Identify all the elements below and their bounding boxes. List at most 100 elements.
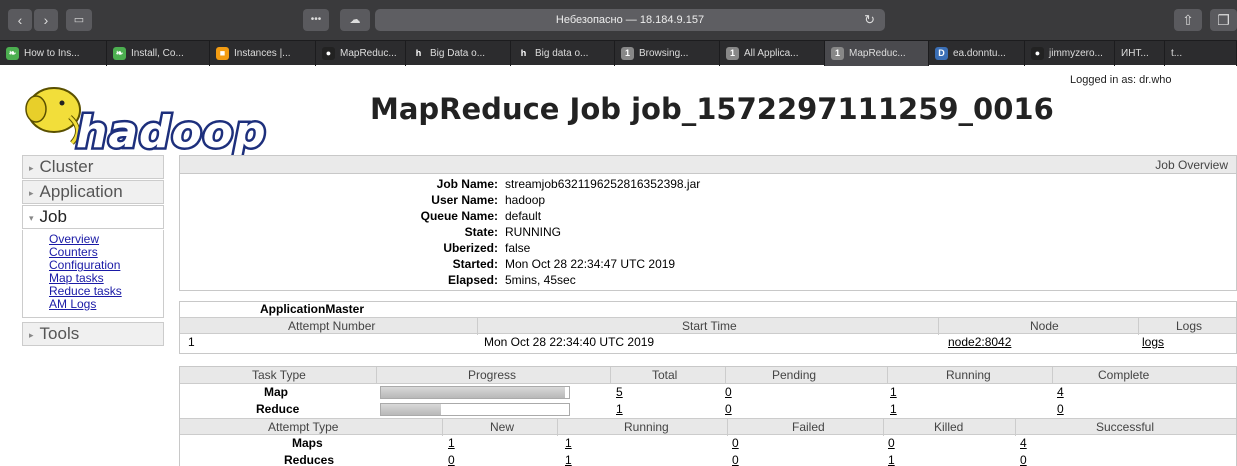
browser-tab[interactable]: ❧ Install, Co...: [107, 41, 210, 66]
reduces-running-link[interactable]: 1: [565, 452, 572, 466]
browser-tab[interactable]: ❧ How to Ins...: [0, 41, 107, 66]
sidebar-item-label: Application: [39, 182, 123, 201]
browser-tab[interactable]: ■ Instances |...: [210, 41, 316, 66]
hadoop-logo-text: hadoop: [76, 107, 266, 158]
more-icon[interactable]: •••: [303, 9, 329, 31]
map-running-link[interactable]: 1: [890, 384, 897, 401]
sidebar-toggle-icon[interactable]: ▭: [66, 9, 92, 31]
tabs-overview-icon[interactable]: ❐: [1210, 9, 1237, 31]
one-badge-icon: 1: [726, 47, 739, 60]
browser-tab[interactable]: 1 Browsing...: [615, 41, 720, 66]
tab-label: Big Data o...: [430, 48, 486, 59]
maps-successful-link[interactable]: 4: [1020, 435, 1027, 452]
sidebar-item-cluster[interactable]: ▸ Cluster: [22, 155, 164, 179]
table-row: Maps 1 1 0 0 4: [180, 435, 1236, 452]
map-progress-bar: [380, 386, 570, 399]
column-header: Total: [652, 368, 678, 382]
reload-icon[interactable]: ↻: [864, 9, 875, 31]
page-title: MapReduce Job job_1572297111259_0016: [370, 92, 1054, 126]
sidebar-item-label: Job: [39, 207, 67, 226]
green-leaf-icon: ❧: [113, 47, 126, 60]
tab-label: All Applica...: [744, 48, 799, 59]
task-type: Map: [264, 385, 288, 399]
browser-tab[interactable]: ● MapReduc...: [316, 41, 406, 66]
overview-key: Job Name:: [436, 177, 498, 191]
browser-tab[interactable]: ИНТ...: [1115, 41, 1165, 66]
column-header: Progress: [468, 368, 517, 382]
cloud-icon[interactable]: ☁: [340, 9, 370, 31]
map-progress-fill: [381, 387, 566, 398]
overview-row-user-name: User Name: hadoop: [180, 192, 1237, 208]
maps-running-link[interactable]: 1: [565, 435, 572, 452]
table-row: 1 Mon Oct 28 22:34:40 UTC 2019 node2:804…: [180, 334, 1236, 352]
share-icon[interactable]: ⇧: [1174, 9, 1202, 31]
h-icon: h: [412, 47, 425, 60]
reduces-failed-link[interactable]: 0: [732, 452, 739, 466]
one-badge-icon: 1: [621, 47, 634, 60]
browser-tab[interactable]: ● jimmyzero...: [1025, 41, 1115, 66]
sidebar-link-am-logs[interactable]: AM Logs: [49, 298, 163, 311]
address-bar[interactable]: Небезопасно — 18.184.9.157 ↻: [375, 9, 885, 31]
column-header: Running: [946, 368, 991, 382]
node-link[interactable]: node2:8042: [948, 334, 1011, 351]
browser-tab[interactable]: 1 MapReduc...: [825, 41, 929, 66]
overview-row-elapsed: Elapsed: 5mins, 45sec: [180, 272, 1237, 288]
am-header-row: Attempt Number Start Time Node Logs: [180, 317, 1236, 335]
browser-tab[interactable]: t...: [1165, 41, 1237, 66]
browser-tab[interactable]: h Big Data o...: [406, 41, 511, 66]
tab-label: ИНТ...: [1121, 48, 1149, 59]
column-header: Failed: [792, 420, 825, 434]
map-complete-link[interactable]: 4: [1057, 384, 1064, 401]
tab-label: MapReduc...: [849, 48, 906, 59]
overview-value: streamjob6321196252816352398.jar: [505, 177, 701, 191]
sidebar-item-tools[interactable]: ▸ Tools: [22, 322, 164, 346]
overview-key: State:: [464, 225, 498, 239]
reduces-new-link[interactable]: 0: [448, 452, 455, 466]
tab-label: Browsing...: [639, 48, 689, 59]
reduces-killed-link[interactable]: 1: [888, 452, 895, 466]
attempt-type: Maps: [292, 436, 323, 450]
maps-new-link[interactable]: 1: [448, 435, 455, 452]
overview-value: RUNNING: [505, 225, 561, 239]
tasks-table: Task Type Progress Total Pending Running…: [179, 366, 1237, 466]
overview-row-started: Started: Mon Oct 28 22:34:47 UTC 2019: [180, 256, 1237, 272]
am-title: ApplicationMaster: [260, 302, 365, 316]
logged-in-label: Logged in as: dr.who: [1070, 74, 1172, 86]
attempt-type: Reduces: [284, 453, 335, 466]
reduces-successful-link[interactable]: 0: [1020, 452, 1027, 466]
column-header: New: [490, 420, 515, 434]
logs-link[interactable]: logs: [1142, 334, 1164, 351]
address-text: Небезопасно — 18.184.9.157: [555, 14, 705, 26]
reduce-progress-fill: [381, 404, 442, 415]
back-button[interactable]: ‹: [8, 9, 32, 31]
maps-failed-link[interactable]: 0: [732, 435, 739, 452]
column-header: Attempt Number: [288, 319, 376, 333]
reduce-pending-link[interactable]: 0: [725, 401, 732, 418]
reduce-running-link[interactable]: 1: [890, 401, 897, 418]
chevron-right-icon: ▸: [29, 162, 34, 173]
reduce-total-link[interactable]: 1: [616, 401, 623, 418]
browser-tab[interactable]: Dea.donntu...: [929, 41, 1025, 66]
job-overview-panel: Job Overview Job Name: streamjob632119625…: [179, 155, 1237, 291]
start-time: Mon Oct 28 22:34:40 UTC 2019: [484, 335, 655, 349]
browser-titlebar: ‹ › ▭ ••• ☁ Небезопасно — 18.184.9.157 ↻…: [0, 0, 1237, 40]
forward-button[interactable]: ›: [34, 9, 58, 31]
overview-row-queue-name: Queue Name: default: [180, 208, 1237, 224]
tab-label: ea.donntu...: [953, 48, 1006, 59]
reduce-complete-link[interactable]: 0: [1057, 401, 1064, 418]
map-pending-link[interactable]: 0: [725, 384, 732, 401]
sidebar-item-job[interactable]: ▾ Job: [22, 205, 164, 229]
tab-label: Instances |...: [234, 48, 291, 59]
overview-key: Elapsed:: [447, 273, 498, 287]
job-submenu: Overview Counters Configuration Map task…: [22, 230, 164, 318]
sidebar: ▸ Cluster ▸ Application ▾ Job Overview Coun…: [22, 155, 164, 347]
maps-killed-link[interactable]: 0: [888, 435, 895, 452]
browser-tab[interactable]: 1 All Applica...: [720, 41, 825, 66]
overview-value: false: [505, 241, 531, 255]
browser-tab[interactable]: h Big data o...: [511, 41, 615, 66]
tab-label: Install, Co...: [131, 48, 184, 59]
tab-label: How to Ins...: [24, 48, 80, 59]
github-icon: ●: [322, 47, 335, 60]
map-total-link[interactable]: 5: [616, 384, 623, 401]
sidebar-item-application[interactable]: ▸ Application: [22, 180, 164, 204]
